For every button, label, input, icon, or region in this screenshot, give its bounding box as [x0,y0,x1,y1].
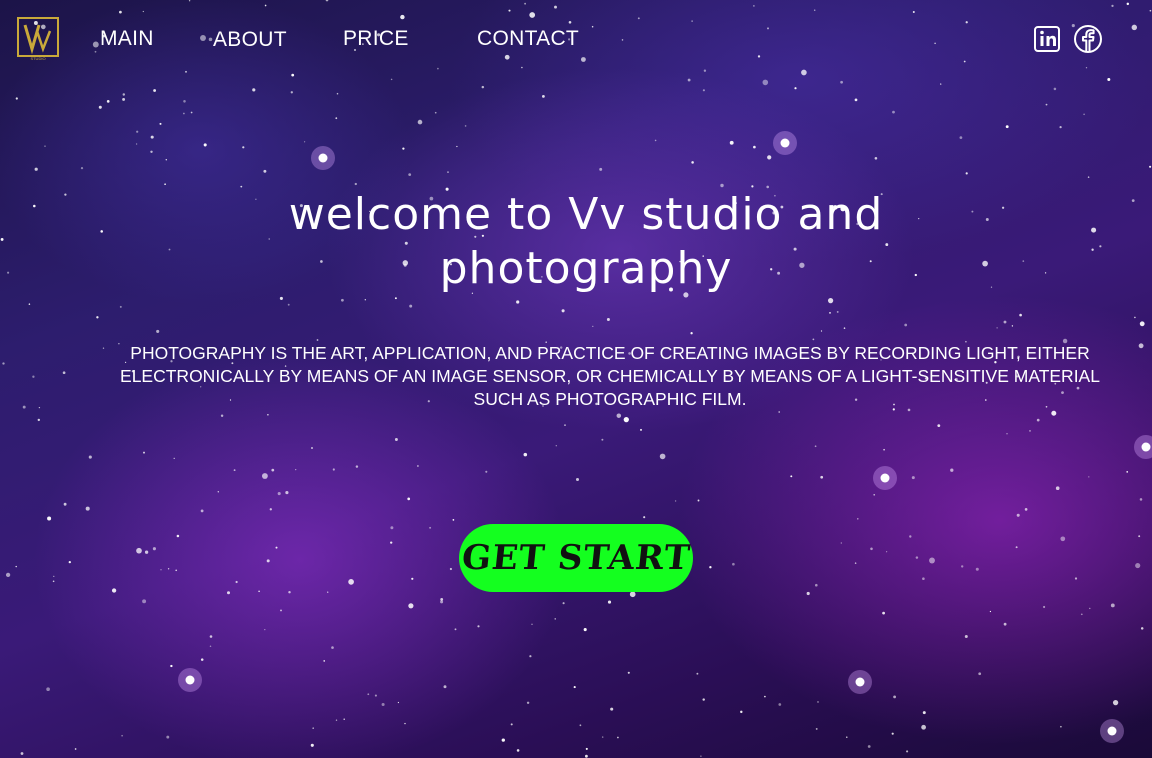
logo-subtext: STUDIO [30,56,45,61]
hero-title: welcome to Vv studio and photography [288,189,884,294]
linkedin-icon[interactable] [1033,24,1063,54]
nav-about[interactable]: ABOUT [213,28,287,52]
studio-logo[interactable]: STUDIO [17,17,59,61]
nav-contact[interactable]: CONTACT [477,27,579,51]
nav-main[interactable]: MAIN [100,27,154,51]
facebook-icon[interactable] [1073,24,1103,54]
get-start-label: GET START [459,538,693,578]
hero-description: PHOTOGRAPHY IS THE ART, APPLICATION, AND… [120,343,1100,409]
nav-price[interactable]: PRICE [343,27,409,51]
get-start-button[interactable]: GET START [459,524,693,592]
